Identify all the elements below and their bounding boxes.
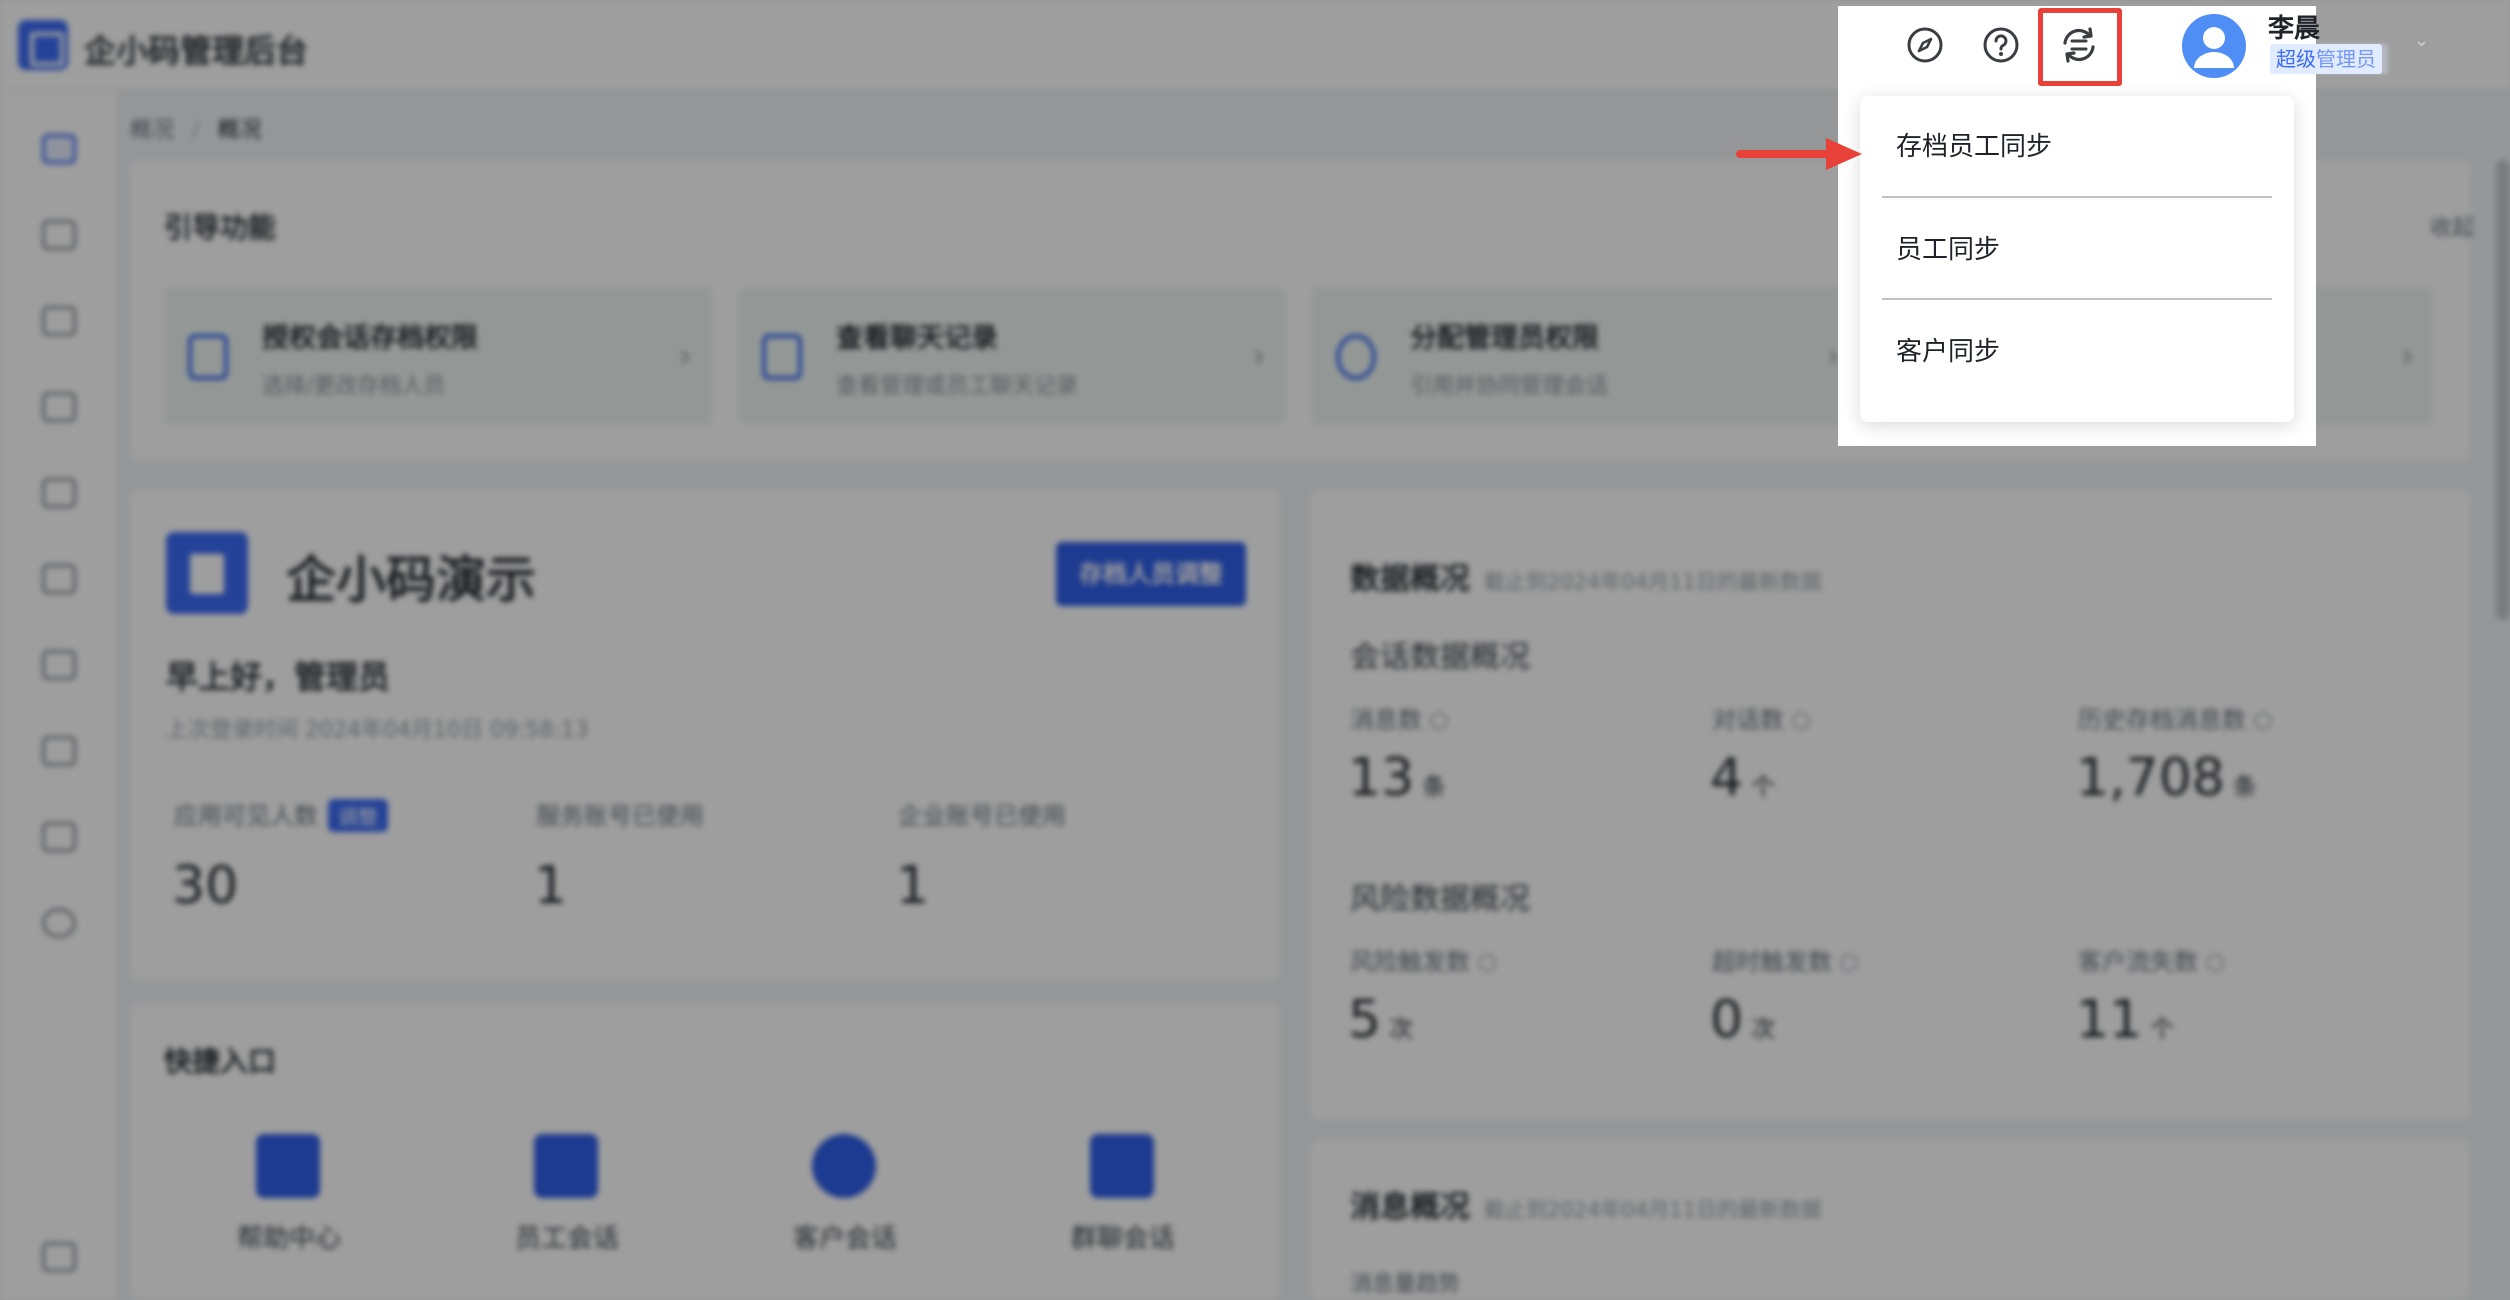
red-pointer-arrow-icon	[1736, 138, 1862, 170]
avatar[interactable]	[2182, 14, 2246, 78]
compass-icon[interactable]	[1900, 20, 1950, 70]
help-icon[interactable]	[1976, 20, 2026, 70]
chevron-down-icon[interactable]: ⌄	[2414, 30, 2429, 51]
menu-divider	[1882, 196, 2272, 198]
menu-item-staff-sync[interactable]: 员工同步	[1896, 229, 2286, 266]
menu-item-customer-sync[interactable]: 客户同步	[1896, 331, 2286, 368]
role-fade-overlay	[2318, 44, 2388, 74]
menu-divider	[1882, 298, 2272, 300]
sync-dropdown-menu: 存档员工同步 员工同步 客户同步	[1860, 96, 2294, 422]
user-name[interactable]: 李晨	[2268, 8, 2320, 45]
sync-icon-highlight-box	[2038, 8, 2122, 86]
user-avatar-icon	[2194, 27, 2234, 68]
menu-item-archive-staff-sync[interactable]: 存档员工同步	[1896, 126, 2286, 163]
